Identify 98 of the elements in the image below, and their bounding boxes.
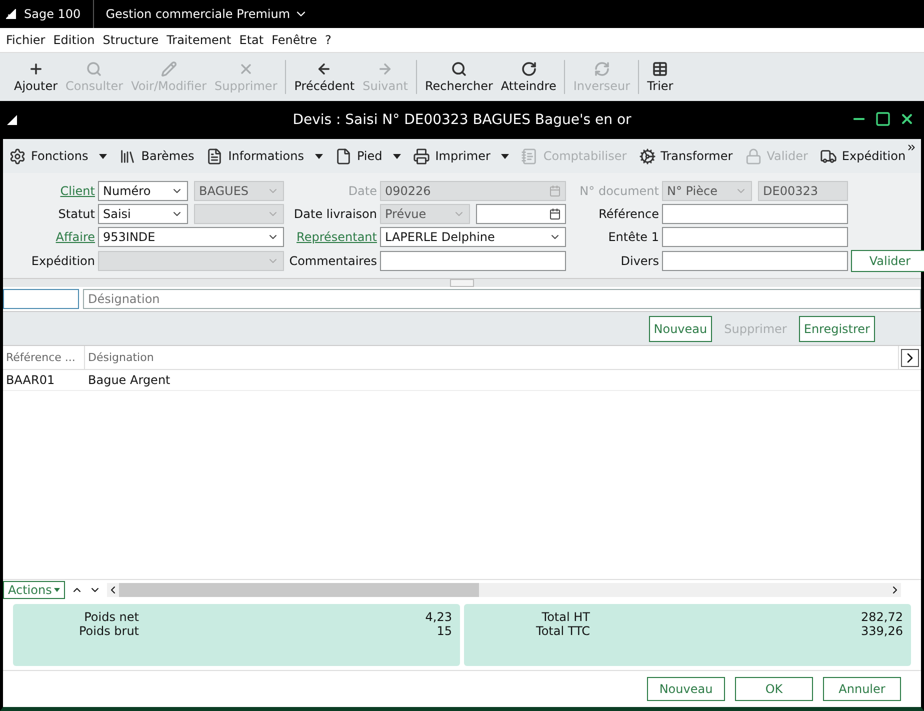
reference-field[interactable]	[3, 289, 79, 309]
input-field[interactable]	[380, 251, 566, 271]
splitter-handle[interactable]	[450, 279, 474, 287]
toolbar-button[interactable]: Expédition	[818, 148, 908, 164]
caret-icon	[314, 154, 323, 158]
window-title: Devis : Saisi N° DE00323 BAGUES Bague's en or	[292, 112, 632, 128]
total-label: Poids brut	[78, 624, 139, 638]
toolbar-button[interactable]: Informations	[204, 148, 325, 164]
refresh-icon	[594, 61, 610, 77]
line-button[interactable]: Nouveau	[648, 316, 712, 342]
field-label: Commentaires	[288, 254, 377, 268]
books-icon	[119, 148, 136, 164]
input-field[interactable]	[662, 227, 848, 247]
field-label: Date livraison	[292, 207, 377, 221]
field-link[interactable]: Représentant	[287, 230, 377, 244]
notebook-icon	[521, 148, 538, 164]
brand-name: Sage 100	[24, 7, 81, 21]
pencil-icon	[160, 61, 177, 77]
field-link[interactable]: Affaire	[3, 230, 95, 244]
caret-icon	[99, 154, 108, 158]
column-header[interactable]: Référence ...	[3, 346, 85, 369]
dialog-button[interactable]: Nouveau	[647, 677, 725, 701]
caret-icon	[393, 154, 402, 158]
input-field[interactable]	[662, 251, 848, 271]
toolbar-button[interactable]: Précédent	[290, 61, 359, 93]
menu-item[interactable]: Etat	[239, 33, 264, 47]
menu-item[interactable]: Fenêtre	[272, 33, 317, 47]
dropdown-field[interactable]: Numéro	[98, 181, 188, 201]
logo-icon	[7, 115, 17, 125]
input-field[interactable]	[662, 204, 848, 224]
total-value: 339,26	[860, 624, 903, 638]
toolbar-button[interactable]: Trier	[643, 61, 678, 93]
document-icon	[206, 148, 224, 164]
column-header[interactable]: Désignation	[85, 346, 899, 369]
horizontal-scrollbar[interactable]	[106, 583, 901, 597]
designation-field[interactable]: Désignation	[83, 289, 921, 309]
caret-icon	[54, 588, 60, 592]
date-field[interactable]	[476, 204, 566, 224]
menu-item[interactable]: Structure	[102, 33, 159, 47]
page-icon	[334, 148, 352, 164]
toolbar-button[interactable]: Fonctions	[7, 148, 110, 164]
menu-item[interactable]: Traitement	[166, 33, 232, 47]
toolbar-button[interactable]: Transformer	[636, 148, 735, 164]
list-icon	[652, 61, 668, 77]
dropdown-field[interactable]: 953INDE	[98, 227, 284, 247]
printer-icon	[413, 148, 430, 164]
truck-icon	[820, 148, 837, 164]
total-value: 282,72	[860, 610, 903, 624]
menu-item[interactable]: Edition	[53, 33, 95, 47]
field-label: Référence	[598, 207, 659, 221]
validate-button[interactable]: Valider	[851, 250, 924, 272]
dropdown-field[interactable]: LAPERLE Delphine	[380, 227, 566, 247]
toolbar-button[interactable]: Pied	[332, 148, 404, 164]
actions-button[interactable]: Actions	[3, 581, 65, 599]
close-icon[interactable]	[899, 111, 915, 127]
toolbar-button[interactable]: Barèmes	[117, 148, 196, 164]
total-value: 15	[436, 624, 452, 638]
dialog-button[interactable]: OK	[735, 677, 813, 701]
logo-icon	[6, 9, 16, 19]
field-label: Date	[347, 184, 377, 198]
toolbar-button[interactable]: Atteindre	[496, 61, 560, 93]
table-cell-text: BAAR01	[5, 373, 56, 387]
toolbar-button[interactable]: Ajouter	[10, 61, 62, 93]
table-row[interactable]: BAAR01 Bague Argent	[3, 370, 921, 391]
line-button[interactable]: Enregistrer	[798, 316, 875, 342]
plus-icon	[28, 61, 44, 77]
menu-item[interactable]: ?	[324, 33, 332, 47]
magnifier-icon	[86, 61, 102, 77]
field-label: N° document	[578, 184, 659, 198]
caret-icon	[501, 154, 510, 158]
product-menu[interactable]: Gestion commerciale Premium	[94, 7, 290, 21]
toolbar-button[interactable]: Rechercher	[420, 61, 497, 93]
dropdown-field[interactable]: Saisi	[98, 204, 188, 224]
search-icon	[450, 61, 467, 77]
left-arrow-icon	[316, 61, 332, 77]
field-label: Statut	[57, 207, 95, 221]
menu-item[interactable]: Fichier	[6, 33, 46, 47]
total-label: Total TTC	[535, 624, 590, 638]
field-label: Expédition	[30, 254, 95, 268]
overflow-icon[interactable]	[906, 142, 917, 153]
maximize-icon[interactable]	[875, 111, 891, 127]
total-value: 4,23	[424, 610, 452, 624]
redo-icon	[520, 61, 537, 77]
gear-icon	[9, 148, 26, 164]
field-label: Divers	[620, 254, 659, 268]
total-label: Total HT	[540, 610, 590, 624]
settings-icon	[638, 148, 656, 164]
toolbar-button[interactable]: Imprimer	[411, 148, 512, 164]
total-label: Poids net	[83, 610, 139, 624]
dialog-button[interactable]: Annuler	[823, 677, 901, 701]
lock-icon	[744, 148, 762, 164]
calendar-icon	[549, 208, 561, 220]
field-label: Entête 1	[607, 230, 659, 244]
table-cell-text: Bague Argent	[87, 373, 172, 387]
field-link[interactable]: Client	[3, 184, 95, 198]
right-arrow-icon	[377, 61, 394, 77]
expand-icon[interactable]	[901, 348, 919, 366]
calendar-icon	[549, 185, 561, 197]
